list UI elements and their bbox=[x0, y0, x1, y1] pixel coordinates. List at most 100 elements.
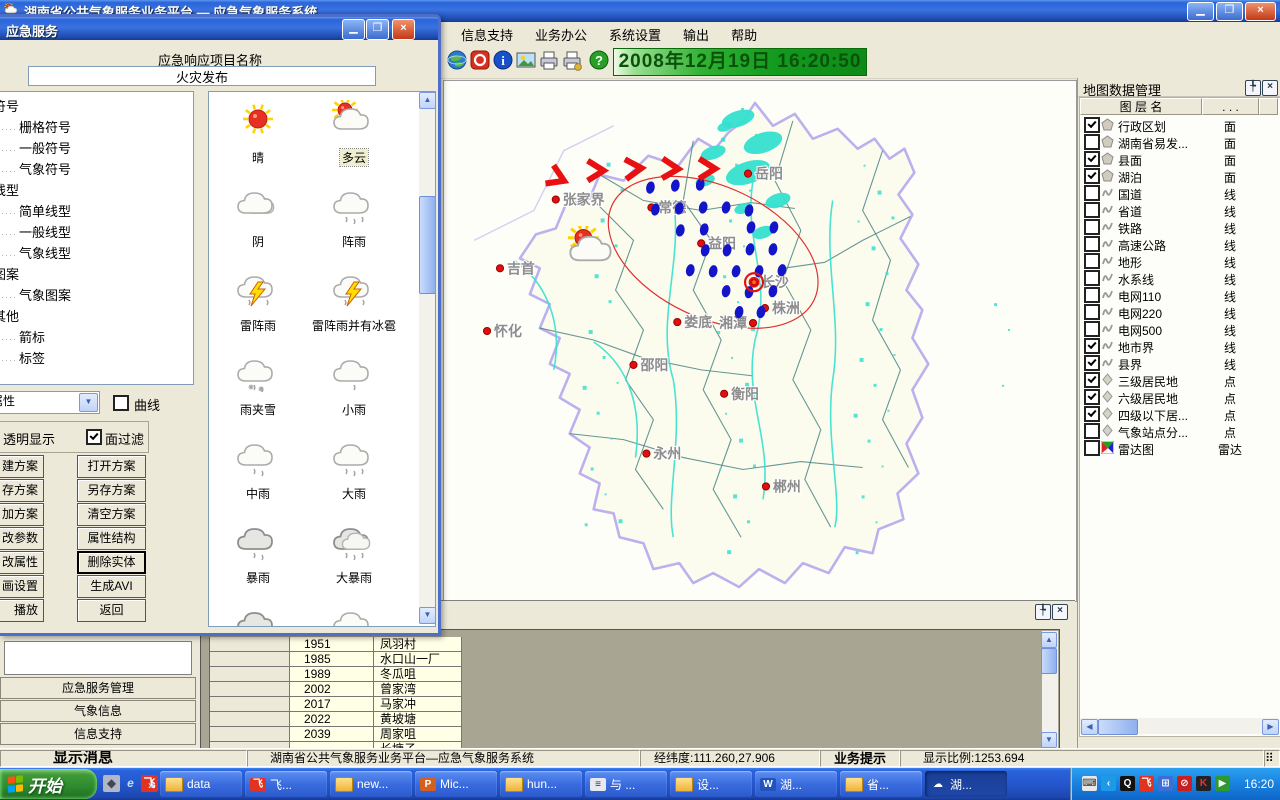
taskbar-task-设...[interactable]: 设... bbox=[670, 771, 752, 797]
chevron-down-icon[interactable]: ▼ bbox=[79, 393, 98, 412]
close-button[interactable]: × bbox=[392, 19, 415, 40]
weather-symbol-大雨[interactable]: 大雨 bbox=[307, 436, 401, 520]
weather-symbol-阵雨[interactable]: 阵雨 bbox=[307, 184, 401, 268]
dialog-button-播放[interactable]: 播放 bbox=[0, 599, 44, 622]
close-icon[interactable]: × bbox=[1262, 80, 1278, 96]
dialog-button-改参数[interactable]: 改参数 bbox=[0, 527, 44, 550]
layer-checkbox-铁路[interactable] bbox=[1084, 219, 1100, 235]
resize-grip[interactable]: ⠿ bbox=[1264, 750, 1280, 767]
keyboard-icon[interactable]: ⌨ bbox=[1082, 776, 1097, 791]
print2-icon[interactable] bbox=[561, 49, 583, 71]
stop-icon[interactable] bbox=[469, 49, 491, 71]
ie-icon[interactable]: e bbox=[122, 775, 139, 792]
close-button[interactable]: × bbox=[1245, 2, 1276, 21]
print-icon[interactable] bbox=[538, 49, 560, 71]
tree-item-3[interactable]: ····气象符号 bbox=[0, 159, 193, 180]
taskbar-task-湖...[interactable]: W湖... bbox=[755, 771, 837, 797]
default-attr-dropdown[interactable]: 改默认属性 ▼ bbox=[0, 391, 100, 414]
taskbar-task-湖...[interactable]: ☁湖... bbox=[925, 771, 1007, 797]
table-row[interactable]: 2022黄坡塘 bbox=[210, 712, 462, 727]
tree-item-2[interactable]: ····一般符号 bbox=[0, 138, 193, 159]
layer-checkbox-气象站点分...[interactable] bbox=[1084, 423, 1100, 439]
dialog-button-返回[interactable]: 返回 bbox=[77, 599, 146, 622]
quick-launch-expand-icon[interactable]: » bbox=[148, 778, 155, 792]
layer-checkbox-湖泊[interactable] bbox=[1084, 168, 1100, 184]
scroll-up-icon[interactable]: ▲ bbox=[419, 92, 436, 109]
start-button[interactable]: 开始 bbox=[0, 769, 97, 799]
dialog-button-生成AVI[interactable]: 生成AVI bbox=[77, 575, 146, 598]
weather-symbol-雷阵雨并有冰雹[interactable]: 雷阵雨并有冰雹 bbox=[307, 268, 401, 352]
rollback-icon[interactable]: ‹ bbox=[1101, 776, 1116, 791]
weather-symbol-partial-12[interactable] bbox=[211, 604, 305, 627]
tree-item-9[interactable]: ····气象图案 bbox=[0, 285, 193, 306]
dialog-titlebar[interactable]: 应急服务 ▁ ❐ × bbox=[0, 17, 438, 40]
tree-item-8[interactable]: 图案 bbox=[0, 264, 193, 285]
scroll-down-icon[interactable]: ▼ bbox=[419, 607, 436, 624]
dialog-button-建方案[interactable]: 建方案 bbox=[0, 455, 44, 478]
globe-icon[interactable] bbox=[446, 49, 468, 71]
taskbar-task-省...[interactable]: 省... bbox=[840, 771, 922, 797]
pin-icon[interactable]: ╄ bbox=[1245, 80, 1261, 96]
table-row[interactable]: 1989冬瓜咀 bbox=[210, 667, 462, 682]
taskbar-task-与 ...[interactable]: ≡与 ... bbox=[585, 771, 667, 797]
qq-icon[interactable]: Q bbox=[1120, 776, 1135, 791]
close-icon[interactable]: × bbox=[1052, 604, 1068, 620]
info-icon[interactable]: i bbox=[492, 49, 514, 71]
image-icon[interactable] bbox=[515, 49, 537, 71]
app-icon[interactable]: ◆ bbox=[103, 775, 120, 792]
layer-checkbox-省道[interactable] bbox=[1084, 202, 1100, 218]
left-nav-item-1[interactable]: 气象信息 bbox=[0, 700, 196, 722]
layer-checkbox-高速公路[interactable] bbox=[1084, 236, 1100, 252]
layer-checkbox-电网110[interactable] bbox=[1084, 287, 1100, 303]
restore-button[interactable]: ❐ bbox=[366, 19, 389, 40]
weather-symbol-大暴雨[interactable]: 大暴雨 bbox=[307, 520, 401, 604]
weather-symbol-阴[interactable]: 阴 bbox=[211, 184, 305, 268]
dialog-button-存方案[interactable]: 存方案 bbox=[0, 479, 44, 502]
tree-item-5[interactable]: ····简单线型 bbox=[0, 201, 193, 222]
tree-item-11[interactable]: ····箭标 bbox=[0, 327, 193, 348]
taskbar-task-Mic...[interactable]: PMic... bbox=[415, 771, 497, 797]
layer-checkbox-六级居民地[interactable] bbox=[1084, 389, 1100, 405]
dialog-button-属性结构[interactable]: 属性结构 bbox=[77, 527, 146, 550]
layer-checkbox-湖南省易发...[interactable] bbox=[1084, 134, 1100, 150]
taskbar-task-hun...[interactable]: hun... bbox=[500, 771, 582, 797]
fetion-icon[interactable]: 飞 bbox=[1139, 776, 1154, 791]
network-icon[interactable]: ⊞ bbox=[1158, 776, 1173, 791]
layer-checkbox-县面[interactable] bbox=[1084, 151, 1100, 167]
table-row[interactable]: 2039周家咀 bbox=[210, 727, 462, 742]
table-row[interactable]: 1951凤羽村 bbox=[210, 637, 462, 652]
dialog-button-改属性[interactable]: 改属性 bbox=[0, 551, 44, 574]
left-nav-item-0[interactable]: 应急服务管理 bbox=[0, 677, 196, 699]
bottom-vscroll-thumb[interactable] bbox=[1041, 648, 1057, 674]
layer-checkbox-地市界[interactable] bbox=[1084, 338, 1100, 354]
minimize-button[interactable]: ▁ bbox=[342, 19, 365, 40]
upload-icon[interactable]: ▶ bbox=[1215, 776, 1230, 791]
station-table[interactable]: 1951凤羽村1985水口山一厂1989冬瓜咀2002曾家湾2017马家冲202… bbox=[209, 637, 462, 750]
dialog-button-删除实体[interactable]: 删除实体 bbox=[77, 551, 146, 574]
taskbar-task-飞...[interactable]: 飞飞... bbox=[245, 771, 327, 797]
face-filter-checkbox[interactable] bbox=[86, 429, 102, 445]
scroll-right-icon[interactable]: ▶ bbox=[1262, 719, 1279, 735]
curve-checkbox[interactable] bbox=[113, 395, 129, 411]
map-canvas[interactable]: 岳阳张家界常德益阳长沙株洲湘潭娄底吉首怀化邵阳衡阳永州郴州 bbox=[443, 80, 1077, 602]
dialog-button-加方案[interactable]: 加方案 bbox=[0, 503, 44, 526]
layer-checkbox-电网500[interactable] bbox=[1084, 321, 1100, 337]
scroll-down-icon[interactable]: ▼ bbox=[1041, 732, 1057, 748]
layer-checkbox-水系线[interactable] bbox=[1084, 270, 1100, 286]
tree-item-4[interactable]: 线型 bbox=[0, 180, 193, 201]
weather-symbol-中雨[interactable]: 中雨 bbox=[211, 436, 305, 520]
weather-symbol-partial-13[interactable] bbox=[307, 604, 401, 627]
dialog-button-清空方案[interactable]: 清空方案 bbox=[77, 503, 146, 526]
tree-item-12[interactable]: ····标签 bbox=[0, 348, 193, 369]
layers-hscroll-thumb[interactable] bbox=[1098, 719, 1138, 735]
layer-checkbox-国道[interactable] bbox=[1084, 185, 1100, 201]
dialog-button-打开方案[interactable]: 打开方案 bbox=[77, 455, 146, 478]
column-header-layer-name[interactable]: 图 层 名 bbox=[1080, 98, 1202, 115]
block-icon[interactable]: ⊘ bbox=[1177, 776, 1192, 791]
tree-item-1[interactable]: ····栅格符号 bbox=[0, 117, 193, 138]
tree-item-0[interactable]: 符号 bbox=[0, 96, 193, 117]
tree-item-10[interactable]: 其他 bbox=[0, 306, 193, 327]
weather-symbol-小雨[interactable]: 小雨 bbox=[307, 352, 401, 436]
kaspersky-icon[interactable]: K bbox=[1196, 776, 1211, 791]
column-header-cut[interactable] bbox=[1259, 98, 1278, 115]
